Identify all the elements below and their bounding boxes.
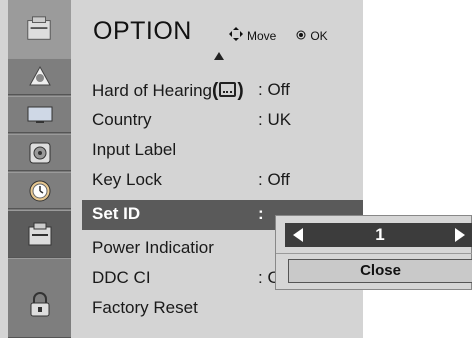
menu-item-label: Power Indicatior	[92, 238, 214, 257]
menu-item-label: Country	[92, 110, 152, 129]
right-arrow-icon[interactable]	[455, 228, 465, 242]
set-id-selector[interactable]: 1	[285, 223, 472, 247]
sidebar-item-picture[interactable]	[8, 58, 71, 95]
sidebar-header	[8, 0, 71, 58]
time-icon	[26, 177, 54, 205]
left-arrow-icon[interactable]	[293, 228, 303, 242]
close-button[interactable]: Close	[288, 259, 472, 283]
sidebar-item-audio[interactable]	[8, 134, 71, 171]
hard-of-hearing-icon	[219, 82, 237, 98]
hint-ok-label: OK	[310, 28, 328, 43]
sidebar-item-time[interactable]	[8, 172, 71, 209]
menu-item-label: Input Label	[92, 140, 177, 159]
menu-item-label: Key Lock	[92, 170, 162, 189]
sidebar-item-lock[interactable]	[8, 258, 71, 338]
menu-item-key-lock[interactable]: Key Lock : Off	[82, 166, 363, 196]
menu-item-country[interactable]: Country : UK	[82, 106, 363, 136]
ok-button-icon	[296, 29, 306, 43]
popup-divider	[276, 253, 472, 254]
menu-title: OPTION	[93, 17, 192, 45]
menu-item-value: : Off	[258, 80, 290, 99]
scroll-up-arrow-icon[interactable]	[214, 52, 224, 60]
menu-item-label: Factory Reset	[92, 298, 198, 317]
menu-item-hard-of-hearing[interactable]: Hard of Hearing() : Off	[82, 76, 363, 106]
menu-item-value: :	[258, 204, 264, 223]
menu-item-label: DDC CI	[92, 268, 151, 287]
menu-item-value: : UK	[258, 110, 292, 129]
sidebar-item-option[interactable]	[8, 210, 71, 258]
navigation-hint: Move OK	[229, 27, 328, 44]
sidebar-item-screen[interactable]	[8, 96, 71, 133]
option-icon	[26, 220, 54, 248]
menu-item-label: Set ID	[92, 204, 141, 223]
set-id-popup: 1 Close	[275, 215, 472, 290]
audio-icon	[26, 139, 54, 167]
menu-item-label: Hard of Hearing	[92, 81, 213, 100]
category-sidebar	[8, 0, 71, 338]
menu-item-input-label[interactable]: Input Label	[82, 136, 363, 166]
menu-item-value: : Off	[258, 170, 290, 189]
option-category-icon	[25, 15, 53, 43]
menu-item-factory-reset[interactable]: Factory Reset	[82, 294, 363, 324]
picture-icon	[26, 63, 54, 91]
set-id-value: 1	[375, 225, 385, 244]
screen-icon	[26, 101, 54, 129]
lock-icon	[26, 291, 54, 319]
hint-move-label: Move	[247, 28, 277, 43]
move-arrows-icon	[229, 27, 243, 44]
